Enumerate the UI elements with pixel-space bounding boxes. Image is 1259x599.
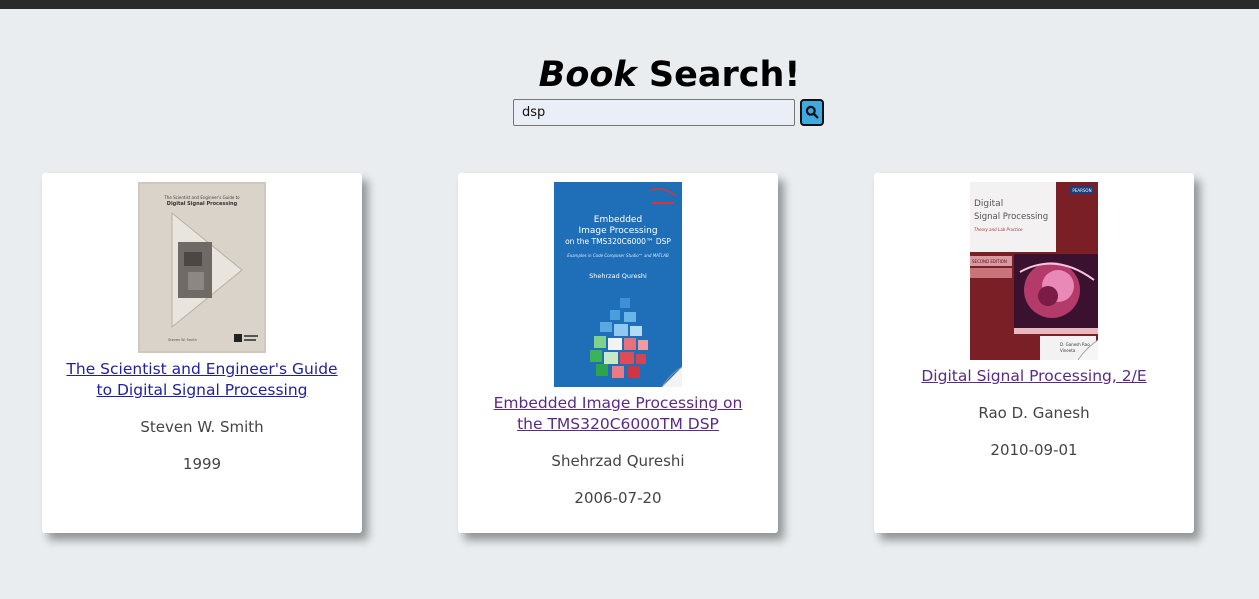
book-author: Steven W. Smith	[140, 418, 264, 436]
book-cover-image[interactable]: The Scientist and Engineer's Guide to Di…	[138, 182, 266, 353]
book-author: Shehrzad Qureshi	[551, 452, 685, 470]
cover-text: Steven W. Smith	[168, 338, 197, 342]
search-button[interactable]	[800, 98, 824, 126]
cover-text: on the TMS320C6000™ DSP	[565, 237, 671, 246]
cover-text: Shehrzad Qureshi	[589, 272, 647, 280]
book-date: 2010-09-01	[990, 441, 1078, 459]
book-title-link[interactable]: Embedded Image Processing on the TMS320C…	[482, 393, 754, 435]
book-cover-image[interactable]: Digital Signal Processing Theory and Lab…	[970, 182, 1098, 360]
book-card: Digital Signal Processing Theory and Lab…	[874, 173, 1194, 533]
cover-text: Signal Processing	[974, 212, 1048, 222]
cover-text: Image Processing	[578, 226, 657, 236]
book-date: 1999	[182, 455, 222, 473]
search-icon	[805, 105, 819, 119]
cover-text: Digital	[974, 199, 1003, 209]
cover-text: SECOND EDITION	[972, 259, 1007, 264]
page-title-rest: Search!	[636, 55, 801, 95]
book-title-link[interactable]: Digital Signal Processing, 2/E	[898, 366, 1170, 387]
browser-top-bar	[0, 0, 1259, 9]
cover-text: Embedded	[594, 215, 642, 225]
page-title-italic: Book	[538, 55, 637, 95]
cover-text: Examples in Code Composer Studio™ and MA…	[567, 253, 669, 258]
book-card: The Scientist and Engineer's Guide to Di…	[42, 173, 362, 533]
book-card: Embedded Image Processing on the TMS320C…	[458, 173, 778, 533]
cover-text: PEARSON	[1072, 188, 1091, 193]
cover-text: The Scientist and Engineer's Guide to	[163, 195, 240, 200]
book-date: 2006-07-20	[574, 489, 662, 507]
cover-text: Theory and Lab Practice	[974, 227, 1023, 232]
book-author: Rao D. Ganesh	[978, 404, 1090, 422]
page-title: Book Search!	[0, 52, 1259, 98]
search-bar	[513, 98, 824, 126]
cover-text: Digital Signal Processing	[167, 201, 238, 207]
cover-text: D. Ganesh Rao	[1060, 342, 1090, 347]
book-title-link[interactable]: The Scientist and Engineer's Guide to Di…	[66, 359, 338, 401]
cover-text: Vineeta	[1060, 348, 1076, 353]
search-input[interactable]	[513, 98, 795, 126]
book-cover-image[interactable]: Embedded Image Processing on the TMS320C…	[554, 182, 682, 387]
